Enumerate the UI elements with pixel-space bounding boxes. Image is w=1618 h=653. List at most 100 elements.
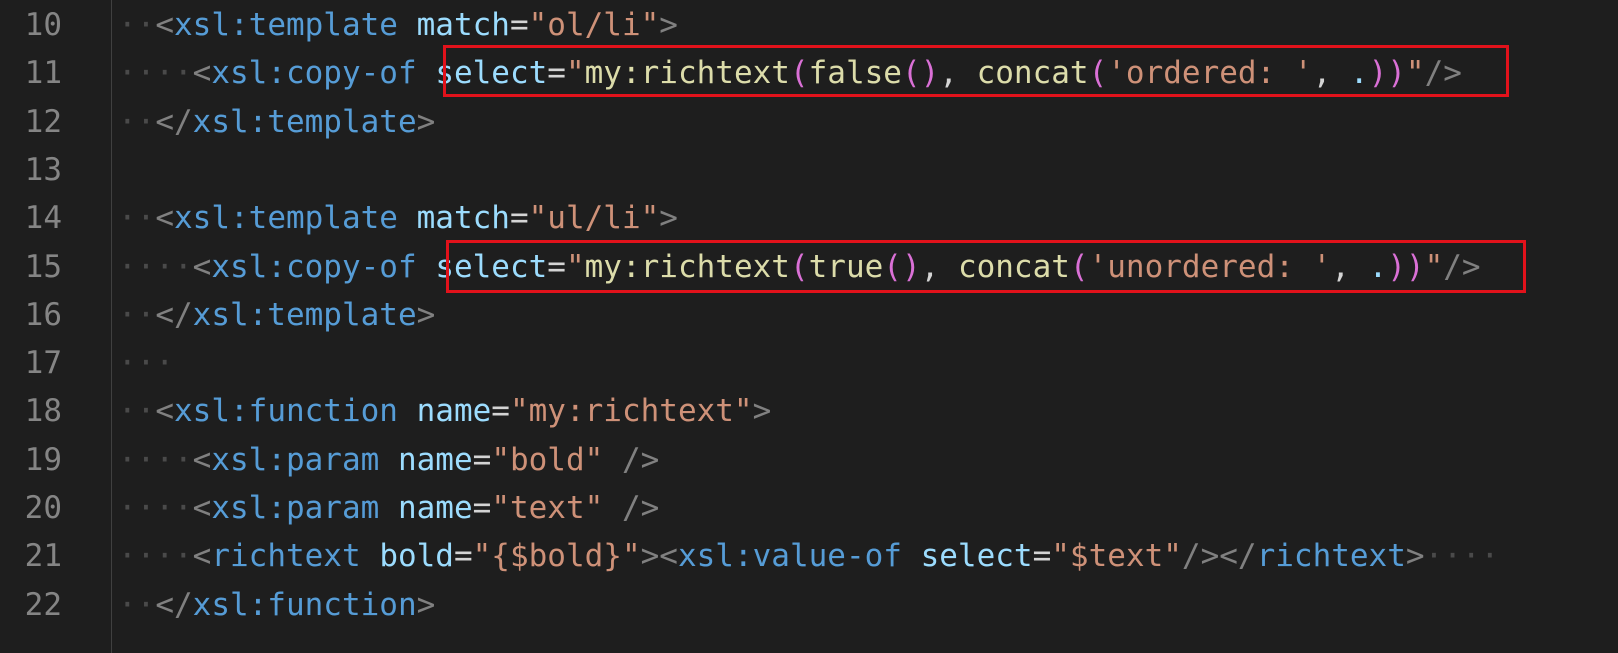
code-token: concat	[976, 55, 1089, 92]
code-token: "bold"	[491, 441, 604, 478]
code-token: name	[397, 490, 473, 526]
code-token: "ul/li"	[528, 200, 660, 237]
code-token: ,	[920, 248, 958, 285]
code-token: .	[1349, 55, 1369, 92]
code-line[interactable]: ····<xsl:copy-of select="my:richtext(fal…	[118, 48, 1462, 98]
code-line[interactable]: ··<xsl:function name="my:richtext">	[118, 386, 771, 436]
code-line[interactable]: ··</xsl:function>	[118, 580, 435, 630]
code-token: match	[416, 200, 510, 237]
code-token: <	[155, 393, 174, 430]
code-token: =	[453, 538, 473, 575]
code-token: 'ordered: '	[1107, 55, 1313, 92]
code-token: ,	[1331, 248, 1369, 285]
code-token: name	[416, 393, 492, 430]
code-token: <	[192, 441, 212, 478]
code-token: "ol/li"	[528, 7, 660, 43]
code-token: <	[155, 7, 174, 43]
line-number: 22	[24, 586, 62, 623]
code-token: "	[1405, 55, 1425, 92]
code-token: "$text"	[1051, 538, 1182, 575]
code-token: >	[659, 200, 678, 237]
code-token: xsl:param	[211, 490, 380, 526]
code-token: <	[192, 248, 212, 285]
code-token: match	[416, 7, 510, 43]
code-token: bold	[379, 538, 454, 575]
code-token: <	[155, 200, 174, 237]
code-token: my:richtext	[584, 248, 790, 285]
code-token: ))	[1387, 248, 1425, 285]
code-line[interactable]: ····<xsl:copy-of select="my:richtext(tru…	[118, 242, 1481, 292]
code-token: (	[789, 55, 809, 92]
whitespace-marker: ··	[118, 7, 156, 43]
code-line[interactable]: ···	[118, 338, 174, 388]
code-token: ()	[901, 55, 940, 92]
code-line[interactable]: ····<xsl:param name="text" />	[118, 483, 659, 533]
code-token: =	[509, 200, 529, 237]
code-token: <	[192, 490, 212, 526]
line-number: 18	[24, 393, 62, 430]
code-editor[interactable]: 10 11 12 13 14 15 16 17 18 19 20 21 22 ··<xsl:templa…	[0, 0, 1618, 653]
code-token: select	[920, 538, 1033, 575]
code-token: .	[1368, 248, 1388, 285]
code-token: "text"	[491, 490, 604, 526]
code-token: ,	[1312, 55, 1350, 92]
code-token: >	[1405, 538, 1425, 575]
code-token: =	[547, 248, 566, 285]
whitespace-marker: ···	[118, 345, 174, 382]
code-token: >	[416, 103, 436, 140]
code-token: xsl:template	[192, 103, 417, 140]
whitespace-marker: ··	[118, 393, 156, 430]
code-token: >	[416, 586, 436, 623]
code-token: <	[659, 538, 678, 575]
code-line[interactable]: ··<xsl:template match="ol/li">	[118, 0, 678, 50]
code-token: =	[491, 393, 510, 430]
code-token: =	[472, 490, 492, 526]
line-number-gutter: 10 11 12 13 14 15 16 17 18 19 20 21 22	[0, 0, 110, 653]
code-token: true	[808, 248, 884, 285]
line-number: 12	[24, 103, 62, 140]
code-token: (	[1088, 55, 1108, 92]
line-number: 17	[24, 345, 62, 382]
code-token: name	[397, 441, 473, 478]
code-token: <	[192, 538, 212, 575]
code-token: >	[640, 538, 660, 575]
code-line[interactable]: ····<richtext bold="{$bold}"><xsl:value-…	[118, 531, 1499, 581]
code-token: =	[472, 441, 492, 478]
code-token: </	[155, 586, 193, 623]
code-line[interactable]: ··</xsl:template>	[118, 97, 435, 147]
code-token: </	[155, 296, 193, 333]
whitespace-marker: ··	[118, 586, 156, 623]
code-token: (	[1069, 248, 1089, 285]
code-token: (	[789, 248, 809, 285]
code-token: "	[565, 55, 585, 92]
line-number: 19	[24, 441, 62, 478]
code-token: ····	[1424, 538, 1500, 575]
line-number: 15	[24, 248, 62, 285]
whitespace-marker: ····	[118, 538, 193, 575]
code-token: xsl:value-of	[677, 538, 902, 575]
code-token: xsl:copy-of	[211, 248, 417, 285]
code-line[interactable]: ··</xsl:template>	[118, 290, 435, 340]
code-token: >	[659, 7, 678, 43]
code-token: select	[435, 55, 548, 92]
code-token: ))	[1368, 55, 1406, 92]
code-token: my:richtext	[584, 55, 790, 92]
code-token: />	[621, 490, 660, 526]
whitespace-marker: ··	[118, 103, 156, 140]
line-number: 16	[24, 296, 62, 333]
code-token: >	[416, 296, 436, 333]
code-line[interactable]: ····<xsl:param name="bold" />	[118, 435, 659, 485]
line-number: 10	[24, 7, 62, 43]
code-token: </	[155, 103, 193, 140]
line-number: 11	[24, 55, 62, 92]
code-line[interactable]: ··<xsl:template match="ul/li">	[118, 193, 678, 243]
code-token: concat	[957, 248, 1070, 285]
whitespace-marker: ····	[118, 490, 193, 526]
whitespace-marker: ··	[118, 200, 156, 237]
